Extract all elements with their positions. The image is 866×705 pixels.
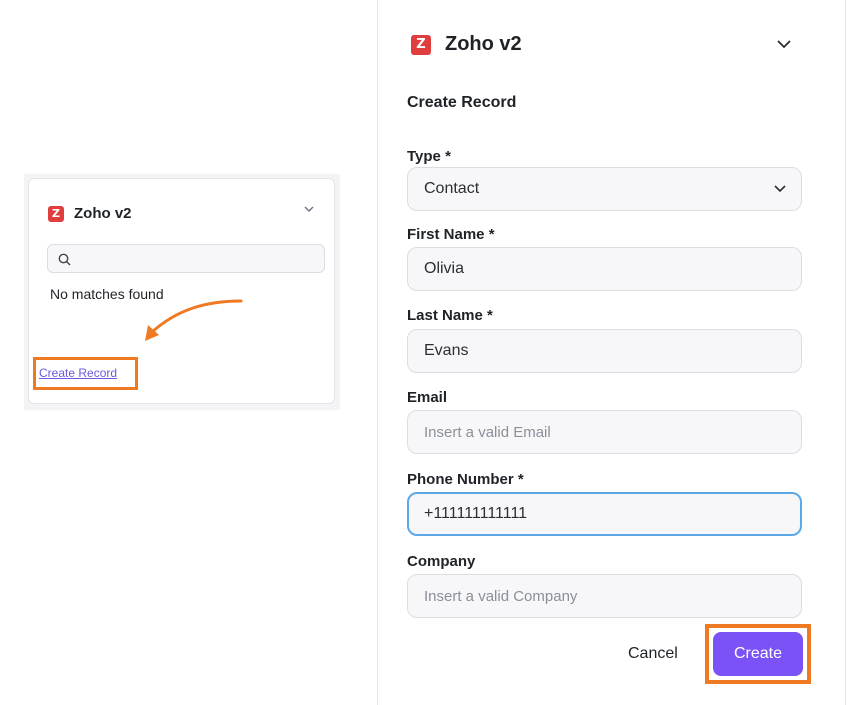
last-name-label: Last Name * — [407, 307, 493, 324]
panel-divider — [377, 0, 378, 705]
company-field[interactable]: Insert a valid Company — [407, 574, 802, 618]
zoho-logo-icon: Z — [411, 34, 431, 55]
phone-label: Phone Number * — [407, 471, 524, 488]
last-name-field[interactable]: Evans — [407, 329, 802, 373]
zoho-search-card: Z Zoho v2 No matches found Create Record — [28, 178, 335, 404]
type-label: Type * — [407, 148, 451, 165]
phone-field[interactable]: +111111111111 — [407, 492, 802, 536]
chevron-down-icon[interactable] — [302, 202, 316, 216]
panel-divider-right — [845, 0, 846, 705]
create-button[interactable]: Create — [713, 632, 803, 676]
first-name-label: First Name * — [407, 226, 495, 243]
pointer-arrow-icon — [145, 299, 243, 341]
type-value: Contact — [424, 180, 480, 197]
section-title: Create Record — [407, 94, 517, 111]
card-title: Zoho v2 — [74, 205, 132, 222]
chevron-down-icon — [774, 185, 786, 193]
last-name-value: Evans — [424, 342, 469, 359]
form-header: Z Zoho v2 — [411, 33, 522, 56]
phone-value: +111111111111 — [424, 505, 528, 522]
email-field[interactable]: Insert a valid Email — [407, 410, 802, 454]
chevron-down-icon[interactable] — [775, 37, 793, 51]
zoho-logo-icon: Z — [48, 205, 64, 222]
card-header: Z Zoho v2 — [48, 205, 132, 222]
left-screenshot-frame: Z Zoho v2 No matches found Create Record — [24, 174, 340, 410]
type-select[interactable]: Contact — [407, 167, 802, 211]
form-app-title: Zoho v2 — [445, 33, 522, 55]
email-placeholder: Insert a valid Email — [424, 423, 551, 441]
create-record-link[interactable]: Create Record — [39, 366, 117, 380]
company-placeholder: Insert a valid Company — [424, 587, 578, 605]
first-name-field[interactable]: Olivia — [407, 247, 802, 291]
search-icon — [58, 253, 71, 266]
company-label: Company — [407, 553, 476, 570]
cancel-button[interactable]: Cancel — [628, 645, 678, 663]
search-input[interactable] — [47, 244, 325, 273]
email-label: Email — [407, 389, 448, 406]
first-name-value: Olivia — [424, 260, 465, 277]
